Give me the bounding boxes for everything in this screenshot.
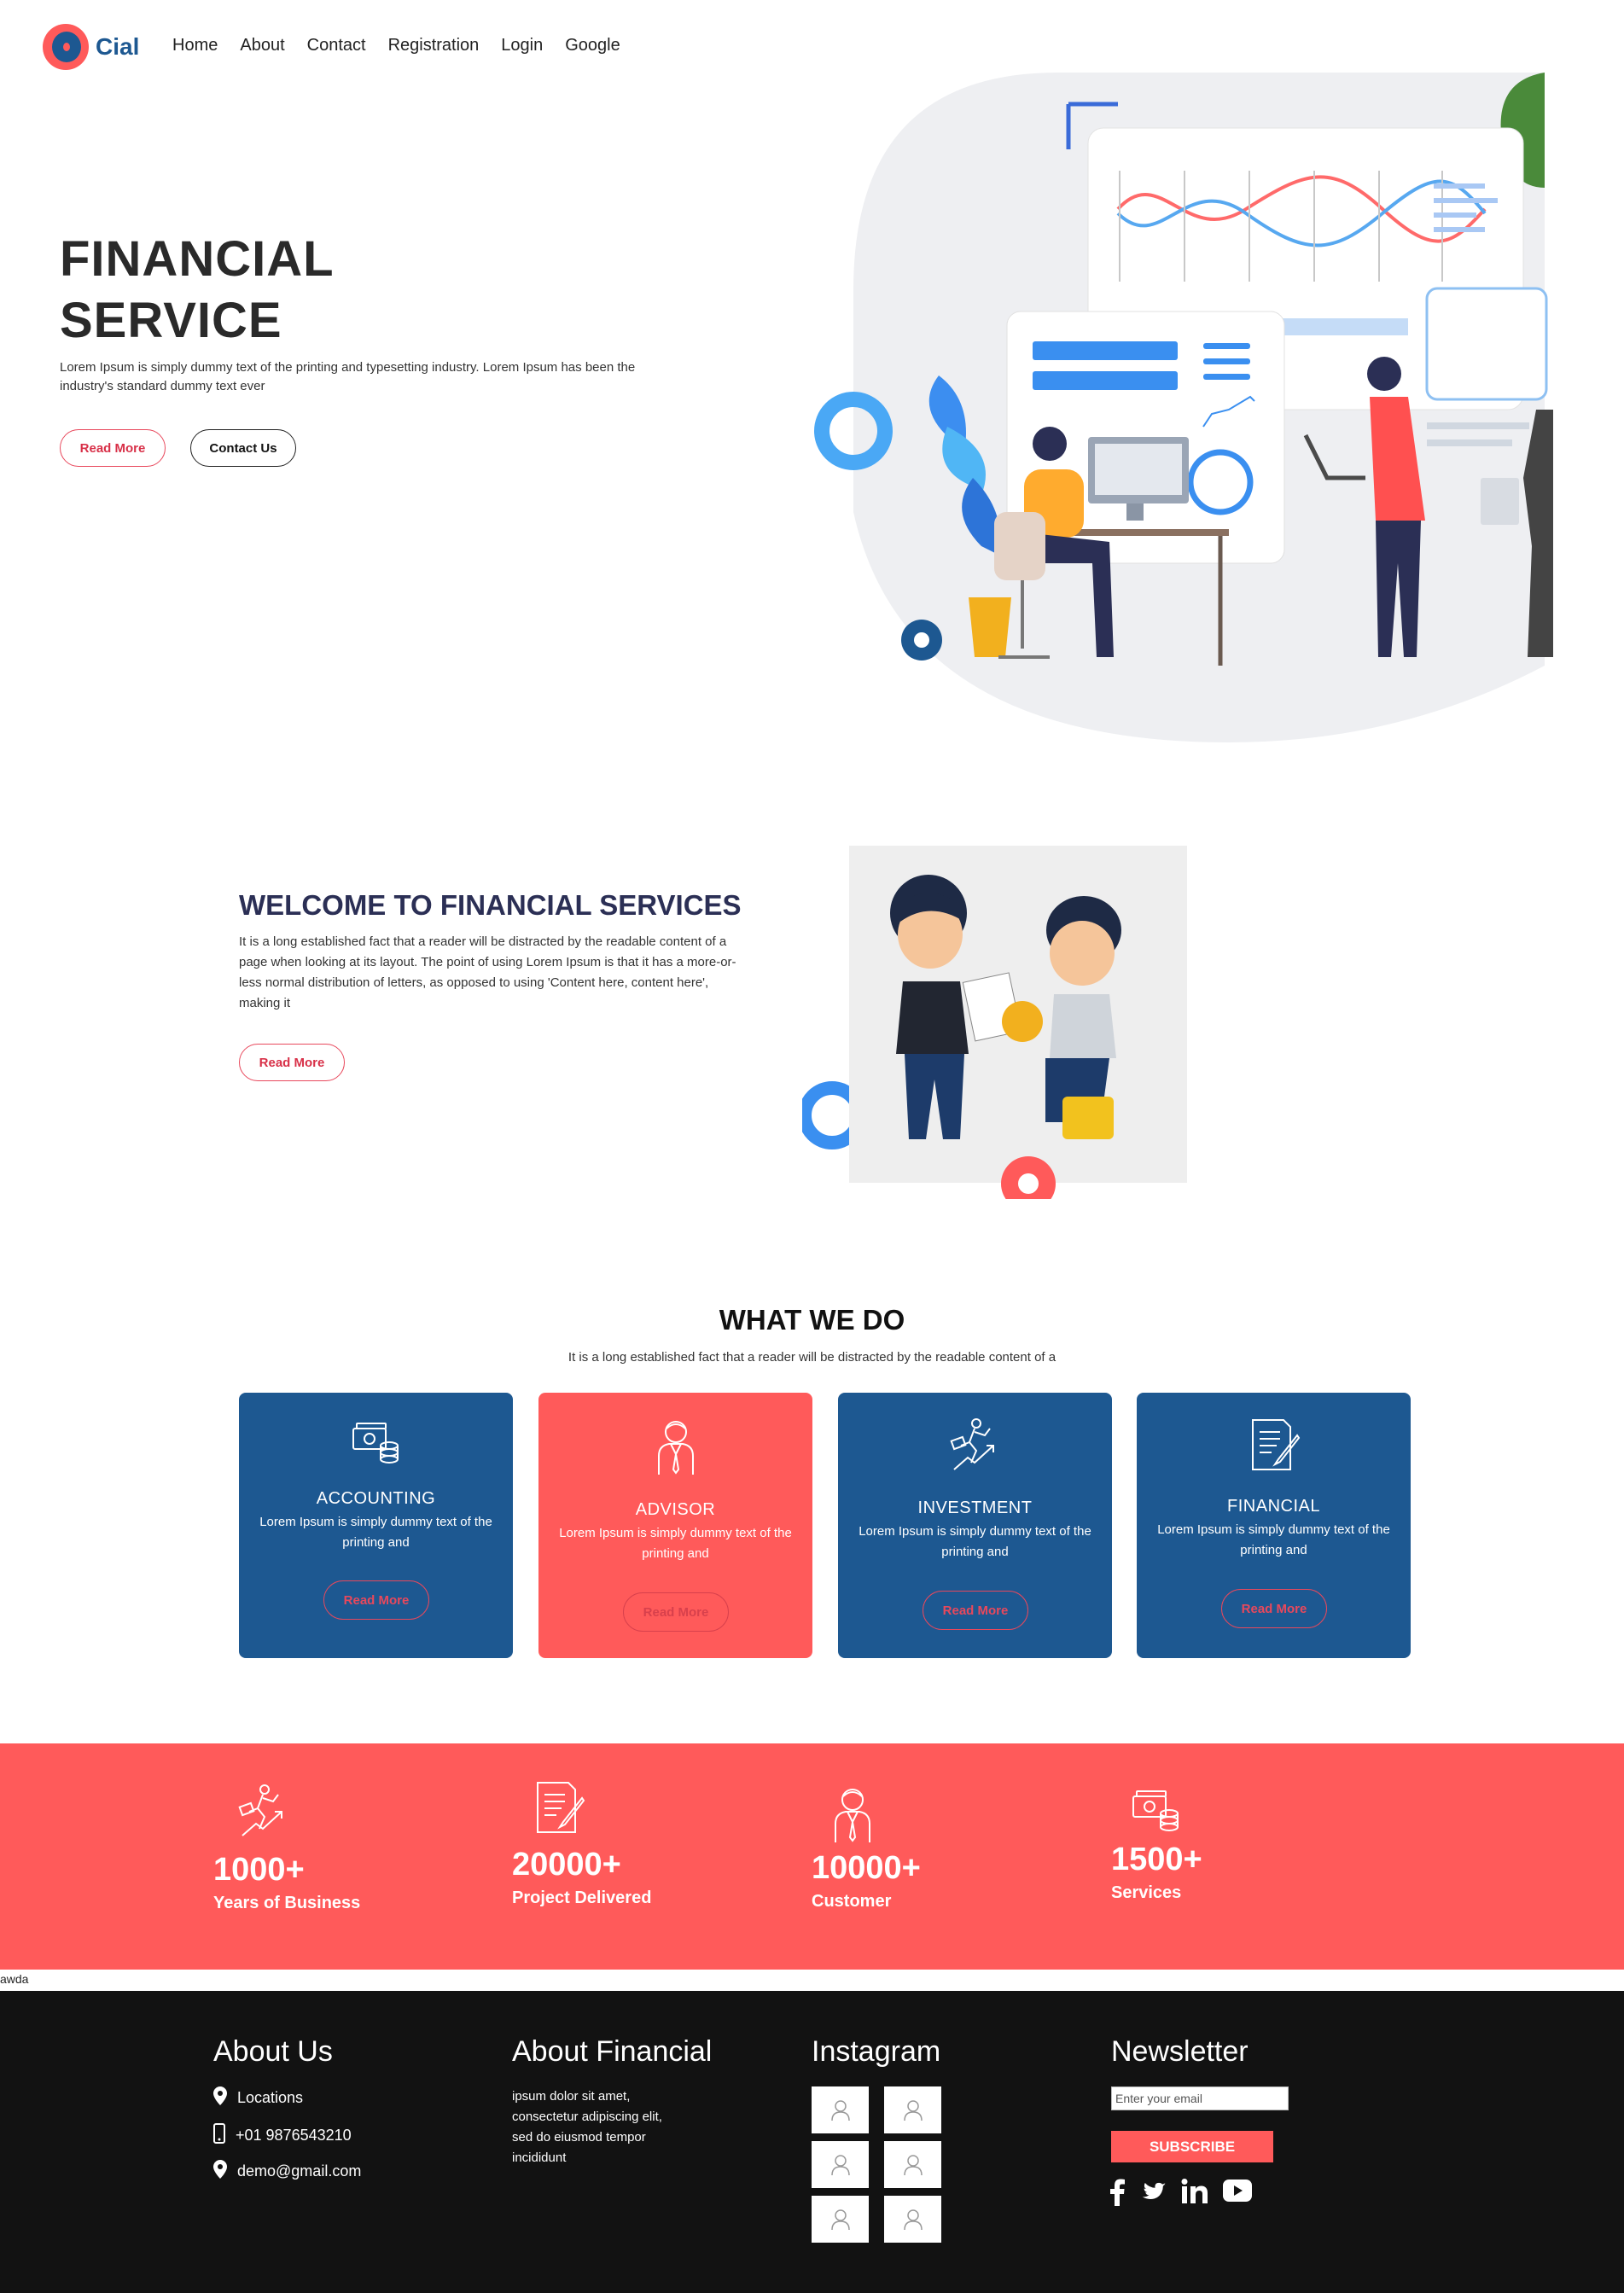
phone-icon xyxy=(213,2123,225,2148)
advisor-icon xyxy=(829,1784,921,1848)
stray-text: awda xyxy=(0,1972,29,1986)
instagram-thumb[interactable] xyxy=(884,2086,941,2133)
subscribe-button[interactable]: SUBSCRIBE xyxy=(1111,2131,1273,2162)
money-icon xyxy=(239,1417,513,1466)
nav-google[interactable]: Google xyxy=(565,36,620,55)
nav-login[interactable]: Login xyxy=(501,36,543,55)
footer-financial-text: ipsum dolor sit amet, consectetur adipis… xyxy=(512,2089,662,2165)
advisor-icon xyxy=(538,1417,812,1476)
service-card-investment[interactable]: INVESTMENT Lorem Ipsum is simply dummy t… xyxy=(838,1393,1112,1658)
investment-icon xyxy=(838,1417,1112,1471)
footer-location: Locations xyxy=(213,2086,303,2110)
twitter-icon[interactable] xyxy=(1138,2179,1166,2203)
logo-mark-icon xyxy=(43,24,89,70)
card-read-more-button[interactable]: Read More xyxy=(1221,1589,1327,1628)
hero-read-more-button[interactable]: Read More xyxy=(60,429,166,467)
hero-illustration xyxy=(814,73,1553,742)
youtube-icon[interactable] xyxy=(1222,2179,1253,2203)
service-card-financial[interactable]: FINANCIAL Lorem Ipsum is simply dummy te… xyxy=(1137,1393,1411,1658)
welcome-text: It is a long established fact that a rea… xyxy=(239,934,736,1010)
welcome-title: WELCOME TO FINANCIAL SERVICES xyxy=(239,889,742,921)
hero-contact-button[interactable]: Contact Us xyxy=(190,429,296,467)
nav-registration[interactable]: Registration xyxy=(388,36,480,55)
footer-email: demo@gmail.com xyxy=(213,2160,361,2183)
card-title: FINANCIAL xyxy=(1227,1497,1320,1516)
hero-title: FINANCIAL SERVICE xyxy=(60,229,486,352)
card-read-more-button[interactable]: Read More xyxy=(923,1591,1028,1630)
card-title: ADVISOR xyxy=(635,1500,716,1519)
card-text: Lorem Ipsum is simply dummy text of the … xyxy=(259,1515,492,1550)
service-card-advisor[interactable]: ADVISOR Lorem Ipsum is simply dummy text… xyxy=(538,1393,812,1658)
stat-services: 1500+ Services xyxy=(1111,1784,1202,1903)
location-pin-icon xyxy=(213,2160,227,2183)
card-title: INVESTMENT xyxy=(917,1499,1033,1517)
hero-title-line2: SERVICE xyxy=(60,293,282,348)
nav-about[interactable]: About xyxy=(240,36,284,55)
document-icon xyxy=(531,1779,651,1840)
stat-label: Years of Business xyxy=(213,1894,361,1912)
stat-years: 1000+ Years of Business xyxy=(213,1783,360,1913)
stat-label: Customer xyxy=(812,1892,892,1911)
investment-icon xyxy=(234,1783,360,1842)
person-icon xyxy=(903,2154,923,2175)
money-icon xyxy=(1130,1784,1202,1838)
hero-title-line1: FINANCIAL xyxy=(60,231,335,287)
linkedin-icon[interactable] xyxy=(1181,2179,1208,2204)
footer-phone-text[interactable]: +01 9876543210 xyxy=(236,2127,352,2145)
footer-instagram-title: Instagram xyxy=(812,2035,941,2068)
stat-label: Project Delivered xyxy=(512,1889,652,1907)
document-icon xyxy=(1137,1417,1411,1473)
location-pin-icon xyxy=(213,2086,227,2110)
stat-customers: 10000+ Customer xyxy=(812,1784,921,1912)
service-card-accounting[interactable]: ACCOUNTING Lorem Ipsum is simply dummy t… xyxy=(239,1393,513,1658)
person-icon xyxy=(903,2209,923,2230)
instagram-thumb[interactable] xyxy=(812,2196,869,2243)
card-text: Lorem Ipsum is simply dummy text of the … xyxy=(859,1524,1091,1559)
person-icon xyxy=(830,2154,850,2175)
stat-label: Services xyxy=(1111,1883,1182,1902)
main-nav: Home About Contact Registration Login Go… xyxy=(172,36,620,55)
card-read-more-button[interactable]: Read More xyxy=(623,1592,729,1632)
welcome-illustration xyxy=(802,846,1187,1199)
footer-location-text: Locations xyxy=(237,2089,304,2106)
stat-projects: 20000+ Project Delivered xyxy=(512,1779,651,1908)
instagram-thumb[interactable] xyxy=(884,2141,941,2188)
card-text: Lorem Ipsum is simply dummy text of the … xyxy=(559,1526,792,1561)
nav-home[interactable]: Home xyxy=(172,36,218,55)
instagram-thumb[interactable] xyxy=(884,2196,941,2243)
stats-section: 1000+ Years of Business 20000+ Project D… xyxy=(0,1743,1624,1970)
hero-text: Lorem Ipsum is simply dummy text of the … xyxy=(60,360,636,393)
logo[interactable]: Cial xyxy=(43,24,139,70)
footer-newsletter-title: Newsletter xyxy=(1111,2035,1249,2068)
footer: About Us Locations +01 9876543210 demo@g… xyxy=(0,1991,1624,2293)
what-we-do-subtitle: It is a long established fact that a rea… xyxy=(568,1350,1056,1365)
instagram-thumb[interactable] xyxy=(812,2141,869,2188)
what-we-do-title: WHAT WE DO xyxy=(719,1304,905,1336)
person-icon xyxy=(830,2209,850,2230)
stat-value: 20000+ xyxy=(512,1847,621,1883)
facebook-icon[interactable] xyxy=(1109,2179,1125,2206)
footer-phone: +01 9876543210 xyxy=(213,2123,352,2148)
stat-value: 10000+ xyxy=(812,1850,921,1886)
stat-value: 1500+ xyxy=(1111,1842,1202,1877)
nav-contact[interactable]: Contact xyxy=(307,36,366,55)
person-icon xyxy=(830,2099,850,2121)
footer-email-text[interactable]: demo@gmail.com xyxy=(237,2162,361,2180)
card-text: Lorem Ipsum is simply dummy text of the … xyxy=(1157,1522,1390,1557)
person-icon xyxy=(903,2099,923,2121)
footer-about-title: About Us xyxy=(213,2035,333,2068)
footer-financial-title: About Financial xyxy=(512,2035,713,2068)
logo-text: Cial xyxy=(96,33,140,60)
instagram-thumb[interactable] xyxy=(812,2086,869,2133)
card-title: ACCOUNTING xyxy=(316,1489,436,1508)
stat-value: 1000+ xyxy=(213,1852,305,1888)
card-read-more-button[interactable]: Read More xyxy=(323,1580,429,1620)
welcome-read-more-button[interactable]: Read More xyxy=(239,1044,345,1081)
newsletter-email-input[interactable] xyxy=(1111,2086,1289,2110)
